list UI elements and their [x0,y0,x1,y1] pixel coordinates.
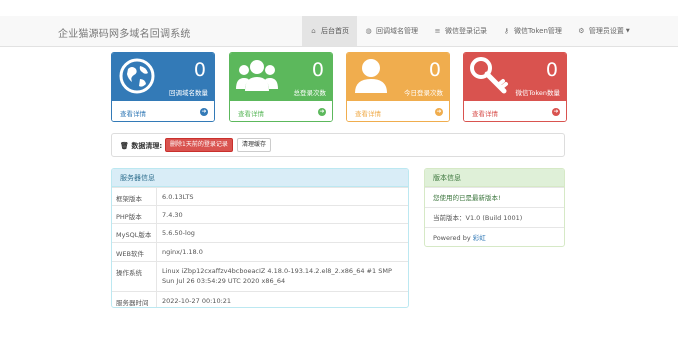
row-key: 操作系统 [116,269,142,277]
table-row: 操作系统 Linux iZbp12cxaffzv4bcboeacIZ 4.18.… [112,261,408,291]
row-key: 服务器时间 [116,299,149,307]
arrow-right-icon: ➜ [435,108,443,116]
globe-icon: ◍ [365,26,372,35]
nav-item-home[interactable]: ⌂ 后台首页 [302,16,357,46]
main-nav: ⌂ 后台首页 ◍ 回调域名管理 ≡ 微信登录记录 ⚷ 微信Token管理 ⚙ 管… [302,16,638,46]
table-row: 服务器时间 2022-10-27 00:10:21 [112,291,408,307]
powered-by-link[interactable]: 彩虹 [473,234,486,242]
row-value: Linux iZbp12cxaffzv4bcboeacIZ 4.18.0-193… [162,267,392,285]
card-value: 0 [311,59,324,81]
row-value: 6.0.13LTS [162,193,194,201]
key-icon: ⚷ [503,26,510,35]
table-row: 框架版本 6.0.13LTS [112,187,408,205]
server-info-panel: 服务器信息 框架版本 6.0.13LTS PHP版本 7.4.30 MySQL版… [111,168,409,308]
home-icon: ⌂ [311,26,316,35]
delete-old-records-button[interactable]: 删除1天前的登录记录 [165,138,233,152]
row-key: 框架版本 [116,195,142,203]
view-details-link[interactable]: 查看详情 [355,108,381,118]
card-footer-link[interactable]: 查看详情 ➜ [230,101,332,121]
nav-item-token[interactable]: ⚷ 微信Token管理 [495,16,570,46]
nav-item-login-records[interactable]: ≡ 微信登录记录 [426,16,495,46]
list-icon: ≡ [434,26,441,35]
nav-item-label: 回调域名管理 [376,27,418,35]
brand-title[interactable]: 企业猫源码网多域名回调系统 [58,25,191,40]
current-version: 当前版本：V1.0 (Build 1001) [425,207,564,227]
table-row: PHP版本 7.4.30 [112,205,408,223]
row-value: 2022-10-27 00:10:21 [162,297,232,305]
row-value: 7.4.30 [162,211,183,219]
data-clean-panel: 🗑 数据清理: 删除1天前的登录记录 清理缓存 [111,133,565,157]
card-footer-link[interactable]: 查看详情 ➜ [464,101,566,121]
view-details-link[interactable]: 查看详情 [472,108,498,118]
row-key: WEB软件 [116,250,144,258]
table-row: MySQL版本 5.6.50-log [112,223,408,242]
trash-icon: 🗑 [120,142,129,150]
arrow-right-icon: ➜ [318,108,326,116]
server-info-title: 服务器信息 [112,169,408,187]
nav-item-admin-settings[interactable]: ⚙ 管理员设置 ▼ [570,16,638,46]
card-label: 今日登录次数 [404,89,443,97]
gear-icon: ⚙ [578,26,585,35]
latest-version-notice: 您使用的已是最新版本! [425,187,564,207]
card-value: 0 [428,59,441,81]
data-clean-title: 数据清理: [131,142,163,150]
card-label: 回调域名数量 [169,89,208,97]
arrow-right-icon: ➜ [552,108,560,116]
stat-card-tokens: 0 微信Token数量 查看详情 ➜ [463,52,567,122]
stat-card-total-logins: 0 总登录次数 查看详情 ➜ [229,52,333,122]
globe-icon [119,58,155,94]
powered-by: Powered by 彩虹 [425,227,564,246]
arrow-right-icon: ➜ [200,108,208,116]
version-info-panel: 版本信息 您使用的已是最新版本! 当前版本：V1.0 (Build 1001) … [424,168,565,247]
nav-item-domains[interactable]: ◍ 回调域名管理 [357,16,426,46]
row-value: nginx/1.18.0 [162,248,203,256]
nav-item-label: 管理员设置 [588,27,624,35]
users-icon [236,60,278,91]
caret-down-icon: ▼ [625,28,630,34]
powered-by-prefix: Powered by [433,234,471,242]
card-footer-link[interactable]: 查看详情 ➜ [347,101,449,121]
table-row: WEB软件 nginx/1.18.0 [112,242,408,261]
view-details-link[interactable]: 查看详情 [238,108,264,118]
nav-item-label: 后台首页 [321,27,349,35]
version-info-title: 版本信息 [425,169,564,187]
row-key: PHP版本 [116,213,142,221]
card-value: 0 [545,59,558,81]
stat-card-today-logins: 0 今日登录次数 查看详情 ➜ [346,52,450,122]
user-icon [355,59,387,93]
key-icon [470,57,508,94]
nav-item-label: 微信登录记录 [445,27,487,35]
card-label: 总登录次数 [293,89,327,97]
card-value: 0 [193,59,206,81]
clear-cache-button[interactable]: 清理缓存 [237,138,272,152]
nav-item-label: 微信Token管理 [514,27,562,35]
view-details-link[interactable]: 查看详情 [120,108,146,118]
row-key: MySQL版本 [116,231,152,239]
card-footer-link[interactable]: 查看详情 ➜ [112,101,214,121]
top-navbar: 企业猫源码网多域名回调系统 ⌂ 后台首页 ◍ 回调域名管理 ≡ 微信登录记录 ⚷… [0,16,678,47]
row-value: 5.6.50-log [162,229,195,237]
card-label: 微信Token数量 [515,89,561,97]
stat-card-domains: 0 回调域名数量 查看详情 ➜ [111,52,215,122]
